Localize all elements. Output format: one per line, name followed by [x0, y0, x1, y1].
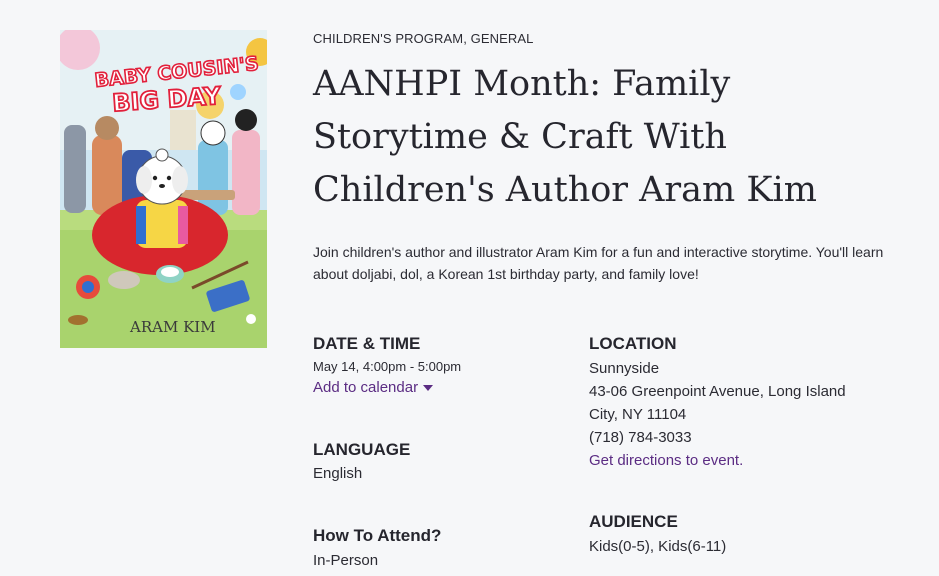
location-label: LOCATION	[589, 334, 677, 353]
event-description: Join children's author and illustrator A…	[313, 244, 884, 282]
book-cover-image[interactable]: BABY COUSIN'S BIG DAY ARAM KIM	[60, 30, 267, 348]
location-branch: Sunnyside	[589, 360, 660, 377]
caret-down-icon	[423, 385, 434, 392]
add-to-calendar-button[interactable]: Add to calendar	[313, 379, 434, 396]
audience-value: Kids(0-5), Kids(6-11)	[589, 538, 727, 555]
language-label: LANGUAGE	[313, 440, 411, 459]
location-address-line1: 43-06 Greenpoint Avenue, Long Island	[589, 383, 846, 400]
language-value: English	[313, 465, 363, 482]
get-directions-link[interactable]: Get directions to event.	[589, 449, 879, 472]
how-to-attend-label: How To Attend?	[313, 526, 442, 545]
audience-label: AUDIENCE	[589, 512, 678, 531]
date-time-value: May 14, 4:00pm - 5:00pm	[313, 359, 462, 374]
book-cover-illustration: BABY COUSIN'S BIG DAY ARAM KIM	[60, 30, 267, 348]
location-address-line2: City, NY 11104	[589, 406, 687, 423]
location-address: Sunnyside 43-06 Greenpoint Avenue, Long …	[589, 357, 879, 472]
date-time-label: DATE & TIME	[313, 334, 421, 353]
location-phone: (718) 784-3033	[589, 429, 692, 446]
event-title: AANHPI Month: Family Storytime & Craft W…	[313, 64, 817, 210]
add-to-calendar-label: Add to calendar	[313, 379, 419, 396]
how-to-attend-value: In-Person	[313, 552, 379, 569]
event-category: CHILDREN'S PROGRAM, GENERAL	[313, 31, 534, 46]
svg-text:ARAM KIM: ARAM KIM	[129, 318, 216, 336]
